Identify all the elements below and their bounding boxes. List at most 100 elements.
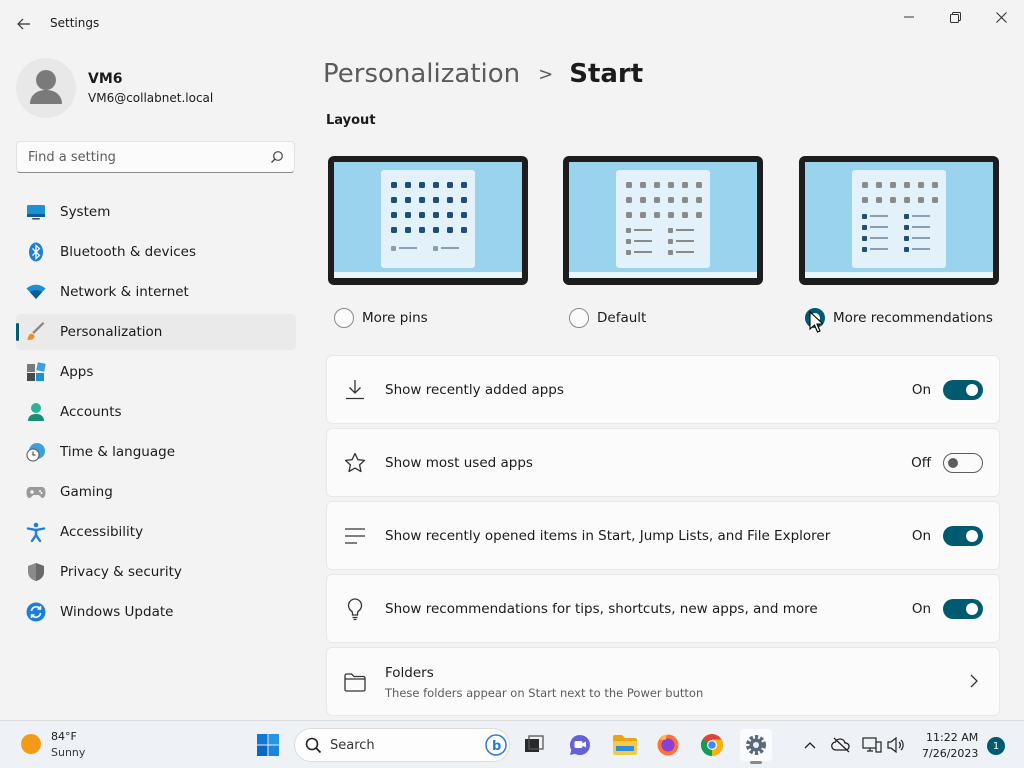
pins-grid-icon bbox=[391, 182, 467, 251]
close-button[interactable] bbox=[978, 0, 1024, 34]
layout-option-more-pins[interactable]: More pins bbox=[328, 156, 528, 328]
sidebar-item-network[interactable]: Network & internet bbox=[16, 274, 296, 310]
layout-option-more-recommendations[interactable]: More recommendations bbox=[799, 156, 999, 328]
file-explorer-button[interactable] bbox=[609, 729, 641, 761]
sidebar-item-label: Gaming bbox=[60, 484, 113, 500]
notification-badge[interactable]: 1 bbox=[987, 737, 1005, 755]
radio-button[interactable] bbox=[334, 308, 354, 328]
gear-icon bbox=[746, 735, 766, 755]
chevron-right-icon bbox=[970, 674, 978, 688]
search-icon bbox=[271, 151, 283, 163]
preview-taskbar bbox=[334, 272, 522, 278]
setting-label: Show recommendations for tips, shortcuts… bbox=[385, 601, 818, 617]
breadcrumb-parent[interactable]: Personalization bbox=[323, 59, 520, 89]
clock-date[interactable]: 7/26/2023 bbox=[922, 747, 978, 760]
apps-icon bbox=[27, 362, 46, 381]
recommendations-toggle[interactable] bbox=[943, 599, 983, 619]
accessibility-icon bbox=[26, 522, 46, 542]
user-icon bbox=[30, 70, 62, 104]
chrome-button[interactable] bbox=[696, 729, 728, 761]
shield-icon bbox=[28, 563, 44, 581]
layout-option-default[interactable]: Default bbox=[563, 156, 763, 328]
clock-time[interactable]: 11:22 AM bbox=[926, 731, 978, 744]
search-placeholder: Find a setting bbox=[28, 150, 116, 165]
search-input[interactable]: Find a setting bbox=[16, 141, 295, 173]
sidebar-item-label: Bluetooth & devices bbox=[60, 244, 197, 260]
preview-taskbar bbox=[805, 272, 993, 278]
preview-wallpaper bbox=[805, 162, 993, 278]
preview-start-menu bbox=[616, 170, 710, 268]
back-button[interactable] bbox=[10, 10, 38, 38]
sidebar-item-personalization[interactable]: Personalization bbox=[16, 314, 296, 350]
preview-start-menu bbox=[852, 170, 946, 268]
sidebar-item-apps[interactable]: Apps bbox=[16, 354, 296, 390]
system-icon bbox=[27, 205, 45, 220]
radio-button[interactable] bbox=[569, 308, 589, 328]
chrome-icon bbox=[701, 734, 723, 756]
network-icon bbox=[862, 737, 882, 753]
page-title: Start bbox=[569, 59, 644, 89]
taskbar: 84°F Sunny Search b 11:22 AM 7/26/2023 1 bbox=[0, 720, 1024, 768]
setting-label: Show most used apps bbox=[385, 455, 533, 471]
folder-icon bbox=[344, 673, 366, 692]
minimize-button[interactable] bbox=[886, 0, 932, 34]
toggle-knob bbox=[948, 458, 958, 468]
show-hidden-icons-button[interactable] bbox=[800, 735, 820, 755]
sidebar-item-label: Windows Update bbox=[60, 604, 174, 620]
profile-name: VM6 bbox=[88, 71, 123, 87]
toggle-state-label: On bbox=[911, 528, 931, 544]
task-view-button[interactable] bbox=[518, 729, 550, 761]
sidebar-item-gaming[interactable]: Gaming bbox=[16, 474, 296, 510]
bing-icon: b bbox=[485, 734, 507, 756]
most-used-apps-toggle[interactable] bbox=[943, 453, 983, 473]
radio-more-pins[interactable]: More pins bbox=[334, 308, 564, 328]
layout-preview-more-pins[interactable] bbox=[328, 156, 528, 285]
sidebar-item-windows-update[interactable]: Windows Update bbox=[16, 594, 296, 630]
title-bar: Settings bbox=[0, 0, 1024, 48]
sidebar-item-label: Network & internet bbox=[60, 284, 189, 300]
toggle-state-label: On bbox=[911, 382, 931, 398]
sidebar-item-privacy[interactable]: Privacy & security bbox=[16, 554, 296, 590]
radio-label: More pins bbox=[362, 310, 428, 326]
bluetooth-icon bbox=[29, 242, 43, 262]
onedrive-button[interactable] bbox=[831, 735, 851, 755]
breadcrumb-separator: > bbox=[538, 63, 554, 85]
network-status-button[interactable] bbox=[862, 735, 882, 755]
settings-app-button[interactable] bbox=[740, 729, 772, 764]
recently-added-apps-toggle[interactable] bbox=[943, 380, 983, 400]
toggle-knob bbox=[966, 384, 978, 396]
sidebar-item-time-language[interactable]: Time & language bbox=[16, 434, 296, 470]
sidebar-item-accessibility[interactable]: Accessibility bbox=[16, 514, 296, 550]
sun-icon bbox=[21, 734, 41, 754]
recently-opened-items-toggle[interactable] bbox=[943, 526, 983, 546]
svg-text:b: b bbox=[492, 739, 501, 754]
restore-button[interactable] bbox=[932, 0, 978, 34]
setting-most-used-apps: Show most used apps Off bbox=[326, 428, 1000, 497]
setting-recommendations: Show recommendations for tips, shortcuts… bbox=[326, 574, 1000, 643]
chat-icon bbox=[569, 734, 590, 755]
user-profile[interactable]: VM6 VM6@collabnet.local bbox=[16, 58, 296, 118]
volume-button[interactable] bbox=[886, 735, 906, 755]
taskbar-search[interactable]: Search b bbox=[294, 728, 510, 762]
firefox-button[interactable] bbox=[652, 729, 684, 761]
teams-chat-button[interactable] bbox=[564, 729, 596, 761]
setting-folders[interactable]: Folders These folders appear on Start ne… bbox=[326, 647, 1000, 716]
cloud-offline-icon bbox=[831, 737, 850, 753]
folder-icon bbox=[613, 735, 637, 755]
sidebar-item-label: Apps bbox=[60, 364, 94, 380]
setting-title: Folders bbox=[385, 665, 434, 681]
sidebar-item-accounts[interactable]: Accounts bbox=[16, 394, 296, 430]
weather-widget[interactable]: 84°F Sunny bbox=[18, 729, 138, 763]
sidebar-item-system[interactable]: System bbox=[16, 194, 296, 230]
start-button[interactable] bbox=[252, 729, 284, 761]
radio-more-recommendations[interactable]: More recommendations bbox=[805, 308, 1024, 328]
layout-preview-default[interactable] bbox=[563, 156, 763, 285]
toggle-state-label: Off bbox=[911, 455, 931, 471]
sidebar-item-label: Accounts bbox=[60, 404, 122, 420]
brush-icon bbox=[27, 322, 45, 340]
radio-default[interactable]: Default bbox=[569, 308, 799, 328]
sidebar-item-bluetooth[interactable]: Bluetooth & devices bbox=[16, 234, 296, 270]
layout-preview-more-recommendations[interactable] bbox=[799, 156, 999, 285]
firefox-icon bbox=[657, 734, 679, 756]
avatar bbox=[16, 58, 76, 118]
